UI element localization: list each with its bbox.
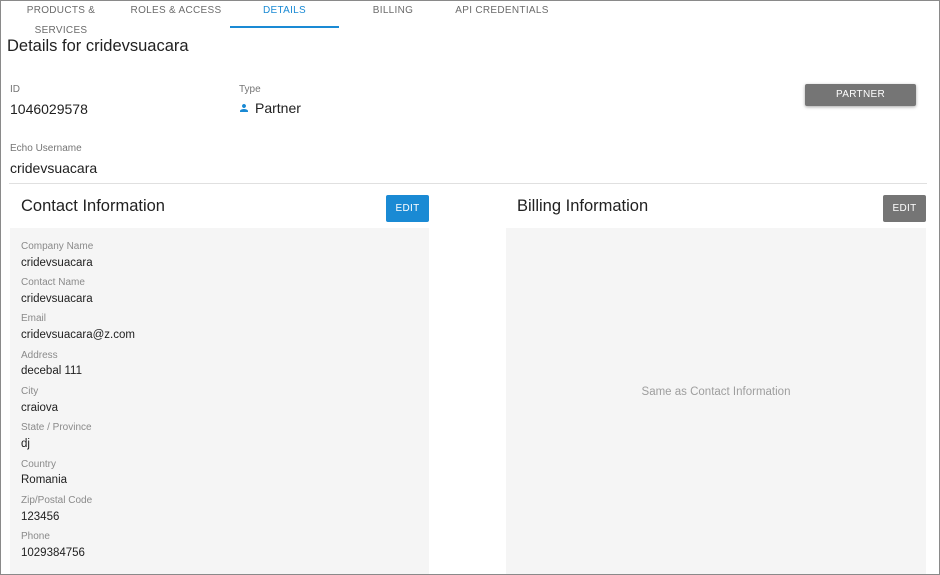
- tab-label: API CREDENTIALS: [455, 5, 549, 16]
- details-page: PRODUCTS & SERVICES ROLES & ACCESS DETAI…: [0, 0, 940, 575]
- billing-information-title: Billing Information: [517, 197, 649, 215]
- edit-billing-button[interactable]: EDIT: [883, 195, 926, 222]
- partner-resources-button[interactable]: PARTNER RESOURCES: [805, 84, 916, 122]
- phone-label: Phone: [21, 531, 50, 542]
- company-name-label: Company Name: [21, 241, 94, 252]
- edit-contact-button[interactable]: EDIT: [386, 195, 429, 222]
- email-label: Email: [21, 313, 47, 324]
- contact-name-value: cridevsuacara: [21, 293, 93, 305]
- divider: [9, 183, 927, 184]
- id-label: ID: [10, 84, 20, 95]
- type-value-text: Partner: [255, 100, 301, 116]
- address-label: Address: [21, 350, 58, 361]
- city-label: City: [21, 386, 39, 397]
- address-value: decebal 111: [21, 365, 82, 377]
- zip-postal-code-value: 123456: [21, 511, 60, 523]
- state-province-value: dj: [21, 438, 30, 450]
- tab-roles-access[interactable]: ROLES & ACCESS: [121, 1, 231, 28]
- city-value: craiova: [21, 402, 59, 414]
- country-value: Romania: [21, 474, 68, 486]
- echo-username-label: Echo Username: [10, 143, 82, 154]
- email-value: cridevsuacara@z.com: [21, 329, 135, 341]
- contact-name-label: Contact Name: [21, 277, 85, 288]
- zip-postal-code-label: Zip/Postal Code: [21, 495, 93, 506]
- person-icon: [238, 102, 250, 114]
- tab-label: ROLES & ACCESS: [130, 5, 222, 16]
- company-name-value: cridevsuacara: [21, 257, 93, 269]
- tab-label: PRODUCTS & SERVICES: [26, 5, 96, 36]
- phone-value: 1029384756: [21, 547, 85, 559]
- type-value: Partner: [238, 100, 301, 116]
- type-label: Type: [239, 84, 261, 95]
- tab-api-credentials[interactable]: API CREDENTIALS: [447, 1, 557, 28]
- active-tab-indicator: [230, 26, 339, 28]
- tab-products-services[interactable]: PRODUCTS & SERVICES: [1, 1, 121, 36]
- billing-information-panel: [506, 228, 926, 574]
- billing-same-as-contact-note: Same as Contact Information: [641, 386, 791, 398]
- tab-label: BILLING: [372, 5, 414, 16]
- contact-information-title: Contact Information: [21, 197, 165, 215]
- page-title: Details for cridevsuacara: [7, 37, 189, 55]
- country-label: Country: [21, 459, 57, 470]
- id-value: 1046029578: [10, 101, 88, 117]
- tab-label: DETAILS: [262, 5, 307, 16]
- tab-bar: PRODUCTS & SERVICES ROLES & ACCESS DETAI…: [1, 1, 939, 36]
- state-province-label: State / Province: [21, 422, 92, 433]
- tab-details[interactable]: DETAILS: [230, 1, 339, 28]
- tab-billing[interactable]: BILLING: [339, 1, 447, 28]
- echo-username-value: cridevsuacara: [10, 160, 98, 176]
